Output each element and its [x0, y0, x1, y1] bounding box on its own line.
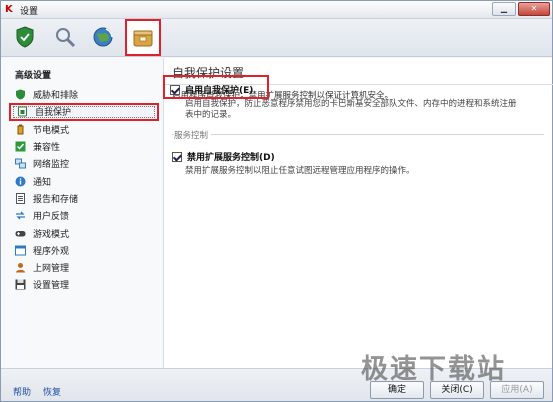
sidebar-item-notifications[interactable]: 通知 — [9, 172, 159, 189]
sidebar-item-reports-storage[interactable]: 报告和存储 — [9, 190, 159, 207]
user-icon — [15, 262, 26, 273]
service-control-group-label: 服务控制 — [174, 129, 212, 141]
help-link[interactable]: 帮助 — [13, 385, 31, 398]
sidebar-item-appearance[interactable]: 程序外观 — [9, 242, 159, 259]
settings-window: K 设置 ▁ ✕ 高级设置 威胁和排除 自我保护 节电模式 兼容性 网络监控 通… — [0, 0, 553, 402]
checkmark-icon — [15, 141, 26, 152]
sidebar-item-label: 威胁和排除 — [33, 91, 79, 102]
sidebar-item-label: 网络监控 — [33, 160, 70, 171]
settings-box-icon — [133, 30, 153, 46]
sidebar-item-self-protection[interactable]: 自我保护 — [9, 103, 159, 121]
close-window-button[interactable]: ✕ — [518, 2, 550, 16]
sidebar-section-title: 高级设置 — [15, 71, 52, 81]
title-bar: K 设置 ▁ ✕ — [1, 1, 552, 19]
sidebar-item-label: 上网管理 — [33, 264, 70, 275]
self-protection-desc-line-1: 启用自我保护，防止恶意程序禁用您的卡巴斯基安全部队文件、内存中的进程和系统注册 — [185, 99, 517, 109]
enable-self-protection-label: 启用自我保护(E) — [185, 86, 254, 96]
apply-button[interactable]: 应用(A) — [490, 381, 544, 399]
tab-settings[interactable] — [125, 19, 161, 56]
sidebar-nav: 威胁和排除 自我保护 节电模式 兼容性 网络监控 通知 报告和存储 用户反馈 游… — [9, 86, 159, 294]
main-content: 自我保护设置 启用程序自我保护，禁用扩展服务控制以保证计算机安全。 启用自我保护… — [163, 58, 553, 368]
toolbar — [1, 19, 552, 57]
battery-icon — [15, 124, 26, 135]
sidebar-item-label: 报告和存储 — [33, 194, 79, 205]
sidebar-item-game-mode[interactable]: 游戏模式 — [9, 224, 159, 241]
sidebar-item-power-saving[interactable]: 节电模式 — [9, 121, 159, 138]
sidebar: 高级设置 威胁和排除 自我保护 节电模式 兼容性 网络监控 通知 报告和存储 用… — [1, 58, 161, 368]
tab-scan[interactable] — [51, 23, 79, 51]
shield-check-icon — [15, 89, 26, 100]
sidebar-item-network-monitor[interactable]: 网络监控 — [9, 155, 159, 172]
info-icon — [15, 176, 26, 187]
sidebar-item-label: 自我保护 — [35, 108, 72, 119]
floppy-icon — [15, 279, 26, 290]
restore-link[interactable]: 恢复 — [43, 385, 61, 398]
sidebar-item-settings-management[interactable]: 设置管理 — [9, 276, 159, 293]
sidebar-item-threats-exclusions[interactable]: 威胁和排除 — [9, 86, 159, 103]
self-protection-description: 启用自我保护，防止恶意程序禁用您的卡巴斯基安全部队文件、内存中的进程和系统注册 … — [185, 99, 517, 121]
globe-icon — [93, 27, 113, 47]
service-control-description: 禁用扩展服务控制以阻止任意试图远程管理应用程序的操作。 — [185, 166, 415, 176]
checkbox-checked-icon[interactable] — [172, 151, 182, 162]
sidebar-item-label: 游戏模式 — [33, 229, 70, 240]
tab-update[interactable] — [89, 23, 117, 51]
window-title: 设置 — [20, 7, 39, 17]
window-icon — [15, 245, 26, 256]
service-control-divider — [172, 134, 544, 135]
sidebar-item-compatibility[interactable]: 兼容性 — [9, 138, 159, 155]
sidebar-item-label: 设置管理 — [33, 281, 70, 292]
network-icon — [15, 158, 26, 169]
disable-service-control-label: 禁用扩展服务控制(D) — [187, 153, 275, 163]
sidebar-item-user-feedback[interactable]: 用户反馈 — [9, 207, 159, 224]
minimize-button[interactable]: ▁ — [492, 2, 516, 16]
footer-bar: 帮助 恢复 确定 关闭(C) 应用(A) — [1, 368, 552, 401]
sidebar-item-label: 通知 — [33, 177, 52, 188]
close-button[interactable]: 关闭(C) — [430, 381, 484, 399]
sidebar-item-label: 程序外观 — [33, 246, 70, 257]
sidebar-item-label: 用户反馈 — [33, 212, 70, 223]
sidebar-item-label: 节电模式 — [33, 125, 70, 136]
enable-self-protection-checkbox[interactable]: 启用自我保护(E) — [170, 83, 253, 96]
shield-icon — [16, 26, 34, 48]
arrows-icon — [15, 210, 26, 221]
sidebar-item-label: 兼容性 — [33, 143, 61, 154]
gamepad-icon — [15, 228, 26, 239]
checkbox-checked-icon[interactable] — [170, 84, 180, 95]
lock-icon — [17, 106, 28, 117]
kaspersky-logo-icon: K — [5, 4, 13, 15]
sidebar-item-web-management[interactable]: 上网管理 — [9, 259, 159, 276]
tab-protection[interactable] — [11, 23, 39, 51]
document-icon — [15, 192, 26, 204]
self-protection-desc-line-2: 表中的记录。 — [185, 110, 237, 120]
magnifier-icon — [56, 28, 76, 48]
disable-service-control-checkbox[interactable]: 禁用扩展服务控制(D) — [172, 150, 275, 163]
ok-button[interactable]: 确定 — [370, 381, 424, 399]
